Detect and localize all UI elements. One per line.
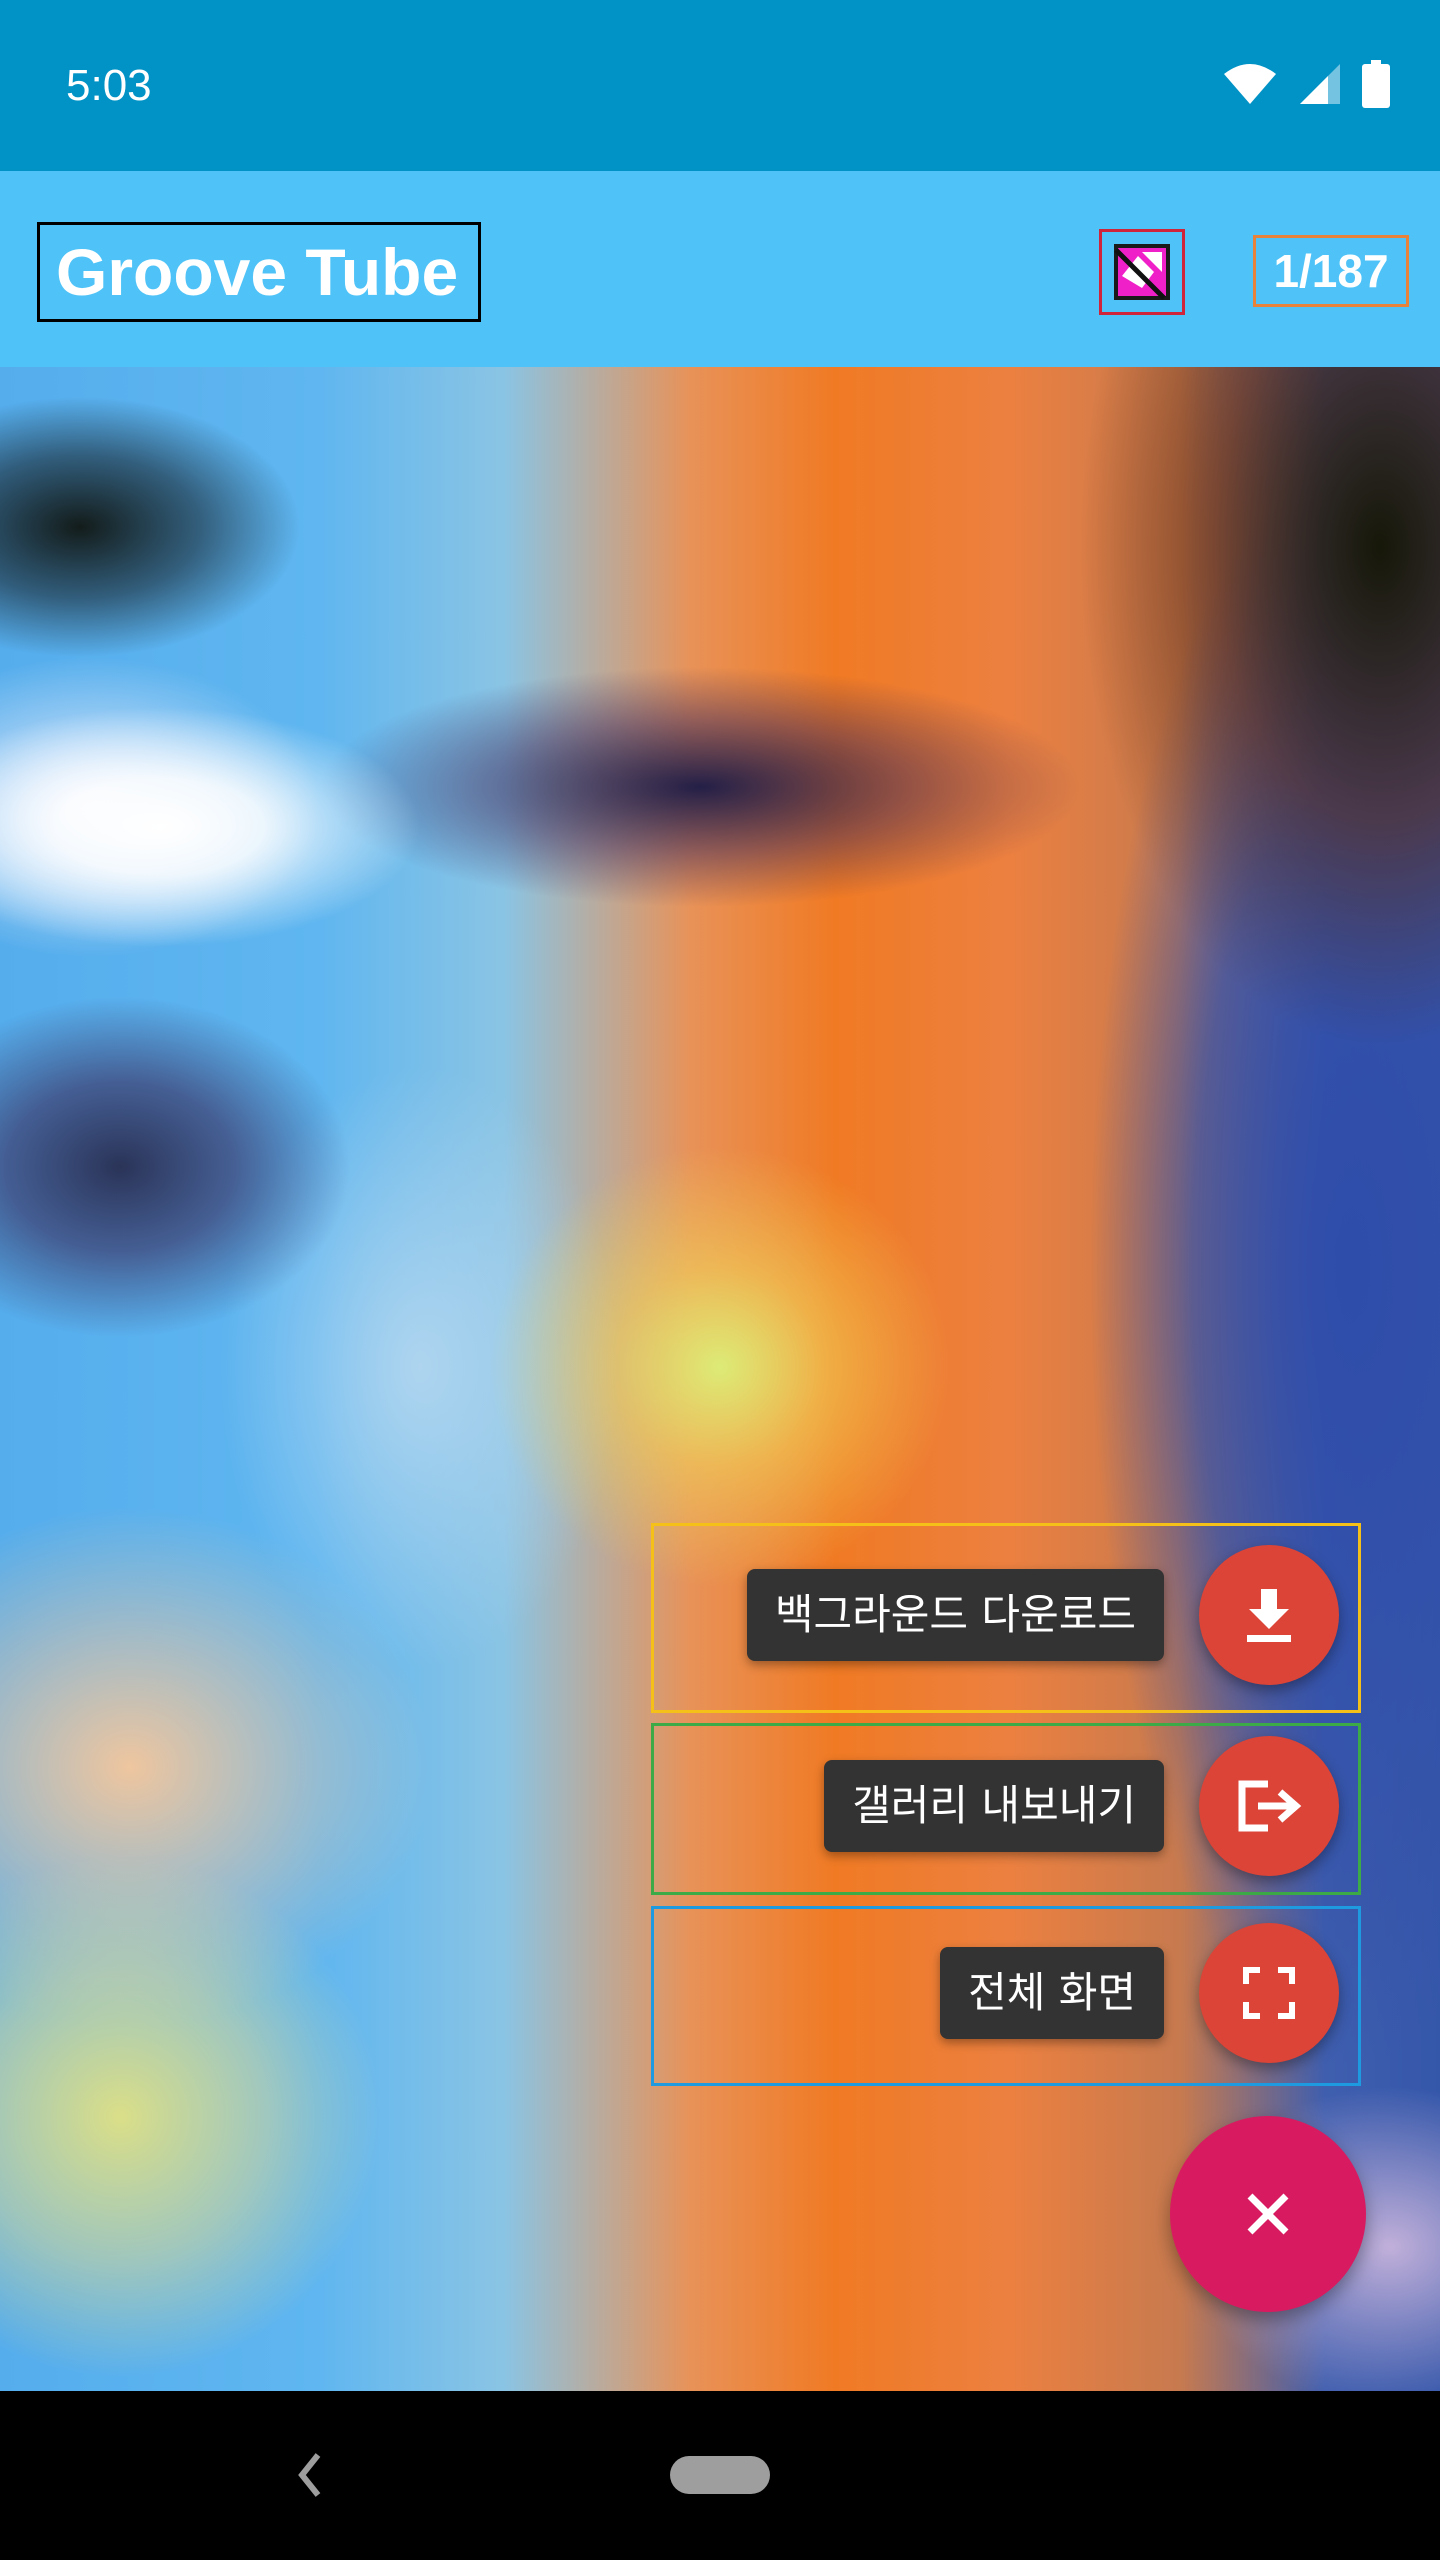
fab-item-gallery-export[interactable]: 갤러리 내보내기 bbox=[651, 1723, 1361, 1895]
fab-label-gallery-export[interactable]: 갤러리 내보내기 bbox=[824, 1760, 1164, 1852]
status-bar: 5:03 bbox=[0, 0, 1440, 171]
fab-item-background-download[interactable]: 백그라운드 다운로드 bbox=[651, 1523, 1361, 1713]
app-title: Groove Tube bbox=[37, 222, 481, 322]
image-viewer[interactable] bbox=[0, 367, 1440, 2391]
close-icon bbox=[1247, 2193, 1289, 2235]
app-bar: Groove Tube 1/187 bbox=[0, 171, 1440, 367]
fullscreen-icon bbox=[1243, 1967, 1295, 2019]
gallery-export-button[interactable] bbox=[1199, 1736, 1339, 1876]
broken-image-button[interactable] bbox=[1099, 229, 1185, 315]
fab-label-fullscreen[interactable]: 전체 화면 bbox=[940, 1947, 1164, 2039]
download-icon bbox=[1247, 1589, 1291, 1642]
cell-signal-icon bbox=[1300, 64, 1340, 104]
background-download-button[interactable] bbox=[1199, 1545, 1339, 1685]
home-pill[interactable] bbox=[670, 2456, 770, 2494]
close-menu-fab[interactable] bbox=[1170, 2116, 1366, 2312]
battery-icon bbox=[1362, 60, 1390, 108]
fab-item-fullscreen[interactable]: 전체 화면 bbox=[651, 1906, 1361, 2086]
back-icon[interactable] bbox=[290, 2445, 330, 2505]
export-icon bbox=[1238, 1780, 1302, 1832]
broken-image-icon bbox=[1114, 244, 1170, 300]
page-counter: 1/187 bbox=[1253, 235, 1409, 307]
status-icons bbox=[1222, 60, 1390, 108]
fullscreen-button[interactable] bbox=[1199, 1923, 1339, 2063]
status-time: 5:03 bbox=[66, 61, 152, 110]
wifi-icon bbox=[1224, 64, 1276, 104]
fab-label-background-download[interactable]: 백그라운드 다운로드 bbox=[746, 1569, 1164, 1661]
navigation-bar bbox=[0, 2391, 1440, 2560]
